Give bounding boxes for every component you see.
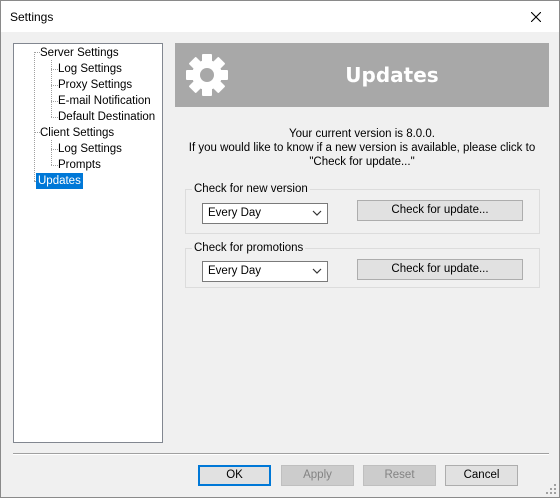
- tree-item-proxy-settings[interactable]: Proxy Settings: [56, 77, 134, 93]
- page-title: Updates: [345, 63, 439, 87]
- version-instructions-cont: "Check for update...": [309, 156, 415, 168]
- check-new-version-button[interactable]: Check for update...: [357, 200, 523, 221]
- tree-item-prompts[interactable]: Prompts: [56, 157, 103, 173]
- tree-item-email-notification[interactable]: E-mail Notification: [56, 93, 153, 109]
- tree-item-server-settings[interactable]: Server Settings: [38, 45, 121, 61]
- tree-item-server-log-settings[interactable]: Log Settings: [56, 61, 124, 77]
- check-promotions-button[interactable]: Check for update...: [357, 259, 523, 280]
- tree-item-client-log-settings[interactable]: Log Settings: [56, 141, 124, 157]
- window-title: Settings: [10, 10, 54, 24]
- close-icon: [531, 11, 541, 22]
- version-line: Your current version is 8.0.0.: [289, 128, 435, 140]
- tree-connector: [51, 140, 52, 165]
- tree-connector: [34, 52, 35, 181]
- footer-divider: [13, 453, 549, 455]
- close-button[interactable]: [513, 1, 559, 32]
- new-version-group: Check for new version Every Day Check fo…: [185, 182, 540, 234]
- version-info: Your current version is 8.0.0. If you wo…: [175, 127, 549, 169]
- promotions-frequency-select[interactable]: Every Day: [202, 261, 328, 282]
- settings-tree[interactable]: Server Settings Log Settings Proxy Setti…: [13, 43, 163, 443]
- ok-button[interactable]: OK: [198, 465, 271, 486]
- cancel-button[interactable]: Cancel: [445, 465, 518, 486]
- apply-button[interactable]: Apply: [281, 465, 354, 486]
- settings-window: Settings Server Settings Log Settings Pr…: [0, 0, 560, 498]
- tree-item-updates[interactable]: Updates: [36, 173, 83, 189]
- promotions-group-label: Check for promotions: [192, 241, 306, 255]
- version-instructions: If you would like to know if a new versi…: [188, 142, 536, 154]
- promotions-frequency-value: Every Day: [208, 265, 262, 277]
- reset-button[interactable]: Reset: [363, 465, 436, 486]
- chevron-down-icon: [312, 210, 322, 216]
- resize-grip-icon[interactable]: [546, 484, 556, 494]
- gear-icon: [186, 54, 228, 96]
- chevron-down-icon: [312, 268, 322, 274]
- new-version-frequency-select[interactable]: Every Day: [202, 203, 328, 224]
- promotions-group: Check for promotions Every Day Check for…: [185, 241, 540, 288]
- new-version-group-label: Check for new version: [192, 182, 310, 196]
- tree-item-client-settings[interactable]: Client Settings: [38, 125, 116, 141]
- new-version-frequency-value: Every Day: [208, 207, 262, 219]
- tree-item-default-destination[interactable]: Default Destination: [56, 109, 157, 125]
- title-bar[interactable]: Settings: [1, 1, 559, 32]
- page-banner: Updates: [175, 43, 549, 107]
